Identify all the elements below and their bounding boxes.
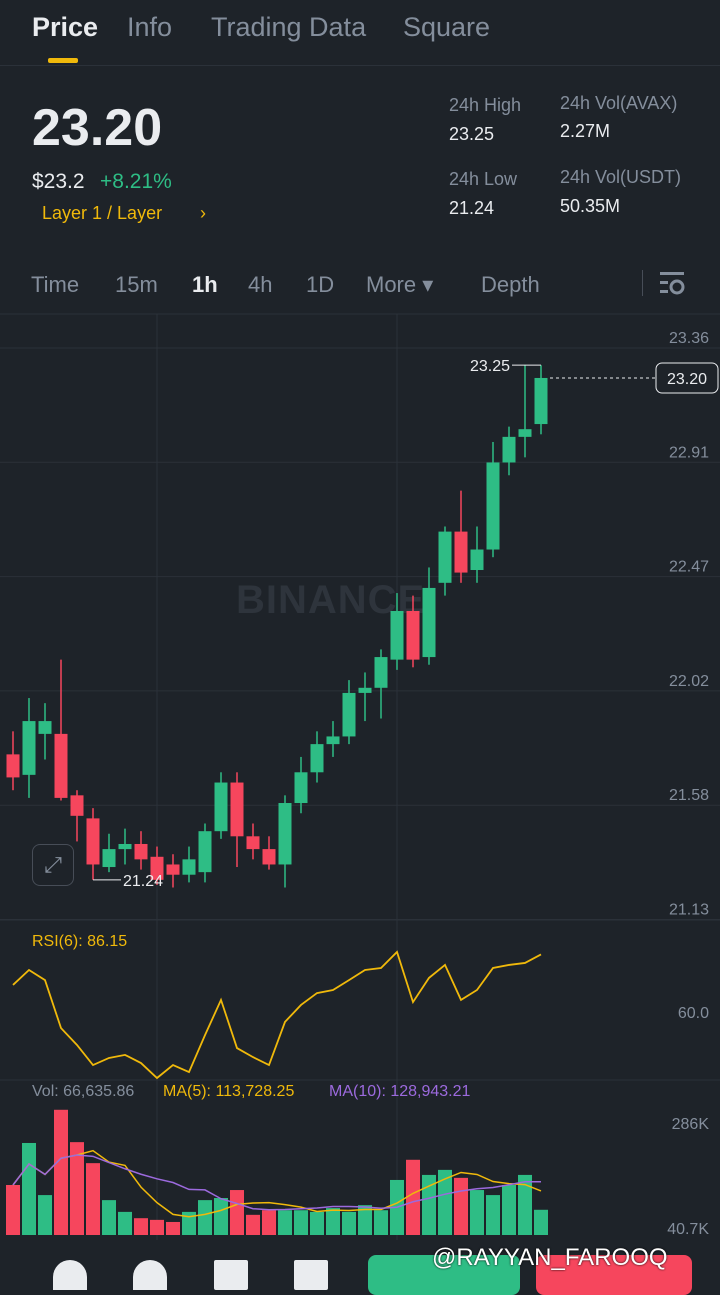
grid-trading-icon[interactable] <box>294 1260 328 1290</box>
candle-body <box>182 859 196 875</box>
candle-body <box>502 436 516 463</box>
price-tick-label: 22.02 <box>669 673 709 690</box>
candle-body <box>166 864 180 875</box>
volume-bar <box>54 1109 68 1235</box>
volume-bar <box>22 1142 36 1235</box>
candle-body <box>486 462 500 550</box>
candle-body <box>406 610 420 660</box>
candle-body <box>374 657 388 688</box>
volume-bar <box>486 1195 500 1235</box>
rsi-tick-label: 60.0 <box>678 1005 709 1022</box>
price-tick-label: 21.13 <box>669 902 709 919</box>
rsi-line <box>12 950 542 1080</box>
volume-bar <box>134 1218 148 1235</box>
volume-bar <box>406 1159 420 1235</box>
volume-bar <box>454 1177 468 1235</box>
candlestick-chart[interactable]: 23.36 22.91 22.47 22.02 21.58 21.13 23.20 23.25… <box>0 0 720 1283</box>
candle-body <box>214 782 228 832</box>
volume-bar <box>198 1200 212 1235</box>
volume-bar <box>246 1214 260 1235</box>
candle-body <box>230 782 244 837</box>
candle-body <box>102 849 116 868</box>
volume-tick-label: 40.7K <box>667 1221 709 1238</box>
volume-bar <box>166 1221 180 1235</box>
volume-bar <box>342 1211 356 1235</box>
volume-bar <box>294 1210 308 1235</box>
candle-body <box>38 721 52 734</box>
last-price-label: 23.20 <box>667 371 707 388</box>
candle-body <box>326 736 340 745</box>
volume-label: Vol: 66,635.86 <box>32 1083 134 1100</box>
candle-body <box>54 733 68 798</box>
candle-body <box>134 843 148 860</box>
low-marker-label: 21.24 <box>123 873 163 890</box>
more-icon[interactable] <box>53 1260 87 1290</box>
volume-bar <box>374 1210 388 1235</box>
candle-body <box>422 587 436 658</box>
volume-bar <box>38 1195 52 1235</box>
candle-body <box>22 721 36 775</box>
candle-body <box>294 772 308 804</box>
volume-bar <box>102 1200 116 1235</box>
price-tick-label: 22.91 <box>669 444 709 461</box>
volume-bar <box>118 1211 132 1235</box>
candle-body <box>118 843 132 850</box>
candle-body <box>198 831 212 873</box>
price-tick-label: 22.47 <box>669 559 709 576</box>
candle-body <box>454 531 468 573</box>
volume-tick-label: 286K <box>672 1116 710 1133</box>
volume-bar <box>310 1211 324 1235</box>
candle-body <box>246 836 260 850</box>
candle-body <box>70 795 84 816</box>
volume-bar <box>534 1209 548 1235</box>
overlay-text: @RAYYAN_FAROOQ <box>432 1244 668 1271</box>
ma5-label: MA(5): 113,728.25 <box>163 1083 294 1100</box>
candle-body <box>518 429 532 437</box>
volume-bar <box>326 1208 340 1235</box>
candle-body <box>6 754 20 778</box>
alert-bell-icon[interactable] <box>133 1260 167 1290</box>
candle-body <box>310 744 324 773</box>
volume-bar <box>278 1210 292 1235</box>
volume-bar <box>502 1185 516 1235</box>
volume-bar <box>6 1185 20 1235</box>
candle-body <box>262 849 276 865</box>
candle-body <box>342 692 356 737</box>
candle-body <box>438 531 452 583</box>
volume-bar <box>150 1219 164 1235</box>
expand-chart-icon[interactable]: ⤢ <box>32 844 74 886</box>
volume-bar <box>86 1163 100 1235</box>
volume-bar <box>214 1198 228 1235</box>
candle-body <box>86 818 100 865</box>
candle-body <box>278 803 292 865</box>
candle-body <box>358 687 372 693</box>
candle-body <box>534 377 548 425</box>
candle-body <box>470 549 484 571</box>
rsi-label: RSI(6): 86.15 <box>32 933 127 950</box>
volume-bar <box>230 1190 244 1235</box>
price-tick-label: 23.36 <box>669 330 709 347</box>
volume-bar <box>262 1210 276 1235</box>
trade-icon[interactable] <box>214 1260 248 1290</box>
candle-body <box>390 610 404 660</box>
volume-bar <box>470 1190 484 1235</box>
high-marker-label: 23.25 <box>470 358 510 375</box>
price-tick-label: 21.58 <box>669 787 709 804</box>
ma10-label: MA(10): 128,943.21 <box>329 1083 471 1100</box>
